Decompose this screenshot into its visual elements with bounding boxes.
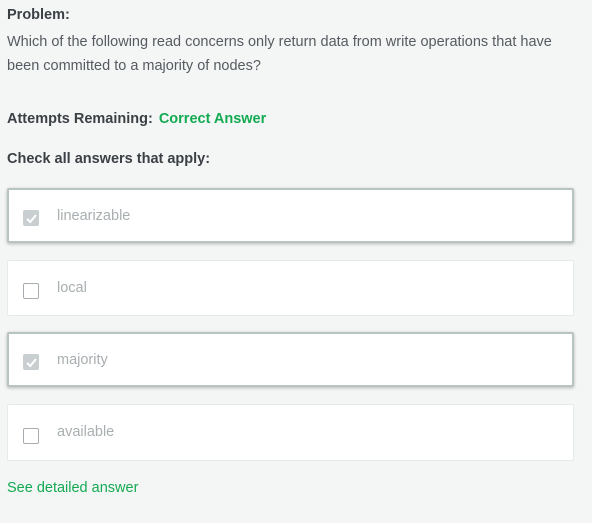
problem-text: Which of the following read concerns onl… [7,34,552,74]
checkbox-icon[interactable] [23,283,39,299]
answer-option-linearizable[interactable]: linearizable [7,188,574,243]
see-detailed-answer-link[interactable]: See detailed answer [7,480,138,496]
answer-option-label: majority [57,352,108,368]
attempts-label: Attempts Remaining: [7,111,153,127]
attempts-status: Correct Answer [158,111,267,127]
checkbox-checked-icon[interactable] [23,354,39,370]
answer-option-label: local [57,280,87,296]
answer-option-label: linearizable [57,208,131,224]
answer-option-majority[interactable]: majority [7,332,574,387]
problem-heading: Problem: [7,7,70,23]
checkbox-checked-icon[interactable] [23,210,39,226]
answer-option-label: available [57,424,115,440]
answer-option-available[interactable]: available [7,404,574,461]
attempts-remaining: Attempts Remaining: Correct Answer [7,111,266,127]
answer-option-local[interactable]: local [7,260,574,316]
checkbox-icon[interactable] [23,428,39,444]
instructions-text: Check all answers that apply: [7,151,211,167]
